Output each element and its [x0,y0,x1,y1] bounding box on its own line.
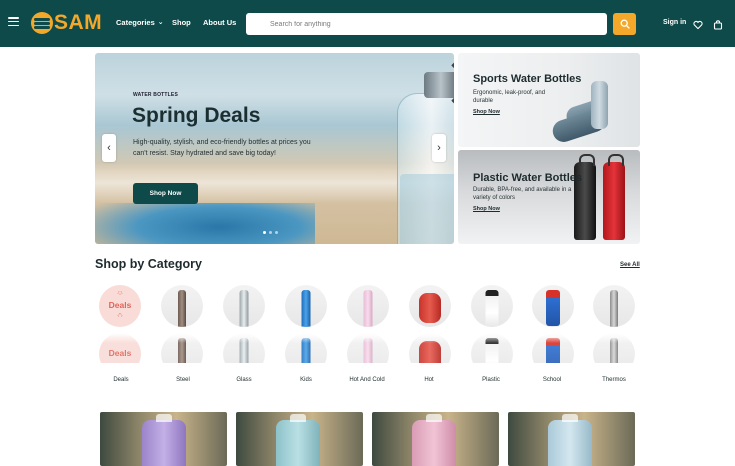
category-steel[interactable] [161,285,205,363]
top-navbar: SAM Categories⌄ Shop About Us Sign in [0,0,735,47]
sports-bottle-image [591,81,608,129]
hero-description: High-quality, stylish, and eco-friendly … [133,139,311,157]
category-plastic[interactable] [471,285,515,363]
nav-categories-label: Categories [116,18,155,27]
product-card-image[interactable] [508,412,635,466]
promo-sports-bottles[interactable]: Sports Water Bottles Ergonomic, leak-pro… [458,53,640,147]
search-icon [620,19,630,29]
chevron-left-icon: ‹ [107,142,111,154]
product-card-image[interactable] [236,412,363,466]
promo-shop-now-link[interactable]: Shop Now [473,109,500,115]
see-all-link[interactable]: See All [620,262,640,268]
category-kids[interactable] [285,285,329,363]
hero-shop-now-button[interactable]: Shop Now [133,183,198,204]
category-hot[interactable] [409,285,453,363]
chevron-right-icon: › [437,142,441,154]
chevron-down-icon: ⌄ [157,19,164,26]
product-card-image[interactable] [100,412,227,466]
category-label[interactable]: Thermos [584,377,644,383]
category-label[interactable]: Hot [399,377,459,383]
carousel-dot[interactable] [275,231,278,234]
promo-plastic-bottles[interactable]: Plastic Water Bottles Durable, BPA-free,… [458,150,640,244]
heart-icon[interactable] [693,17,703,35]
carousel-dot[interactable] [269,231,272,234]
category-label[interactable]: Kids [276,377,336,383]
hero-tag: WATER BOTTLES [133,92,179,98]
category-label[interactable]: Deals [91,377,151,383]
logo-mark-icon [31,12,53,34]
red-bottle-image [603,154,625,240]
category-glass[interactable] [223,285,267,363]
carousel-dot[interactable] [263,231,266,234]
nav-shop[interactable]: Shop [172,18,191,27]
carousel-next-button[interactable]: › [432,134,446,162]
promo-shop-now-link[interactable]: Shop Now [473,206,500,212]
hero-bottle-image [397,60,454,244]
logo[interactable]: SAM [31,11,102,35]
category-school[interactable] [532,285,576,363]
nav-about-us[interactable]: About Us [203,18,236,27]
category-label[interactable]: Hot And Cold [337,377,397,383]
product-card-image[interactable] [372,412,499,466]
promo-description: Durable, BPA-free, and available in a va… [473,187,572,201]
search-bar [246,13,607,36]
search-input[interactable] [246,13,607,36]
search-button[interactable] [613,13,636,35]
carousel-prev-button[interactable]: ‹ [102,134,116,162]
category-label[interactable]: Plastic [461,377,521,383]
promo-title: Plastic Water Bottles [473,172,583,184]
category-label[interactable]: Steel [153,377,213,383]
hero-banner: WATER BOTTLES Spring Deals High-quality,… [95,53,454,244]
sign-in-link[interactable]: Sign in [663,19,686,26]
section-title: Shop by Category [95,257,202,271]
category-thermos[interactable] [593,285,637,363]
category-label[interactable]: School [522,377,582,383]
hero-title: Spring Deals [132,104,261,127]
category-label[interactable]: Glass [214,377,274,383]
category-hot-and-cold[interactable] [347,285,391,363]
menu-icon[interactable] [8,17,19,27]
promo-title: Sports Water Bottles [473,73,582,85]
carousel-dots [263,231,278,234]
promo-description: Ergonomic, leak-proof, and durable [473,90,546,104]
bag-icon[interactable] [713,17,723,35]
nav-categories[interactable]: Categories ⌄ [116,18,164,27]
category-deals[interactable]: ·\'/· Deals ·/'\· Deals [99,285,143,363]
logo-text: SAM [54,11,103,34]
